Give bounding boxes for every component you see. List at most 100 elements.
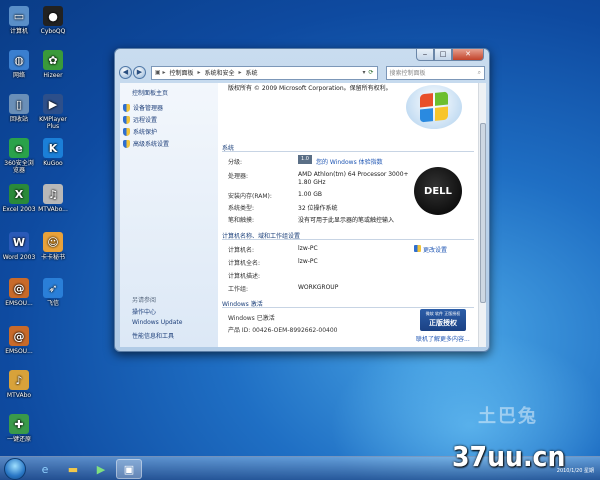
desktop-icon[interactable]: ● CyboQQ (36, 6, 70, 35)
breadcrumb-separator-icon: ▸ (238, 69, 242, 76)
desktop-icon-label: EMSOU... (5, 300, 33, 307)
desktop-icon-label: KuGoo (43, 160, 63, 167)
desktop-icon[interactable]: ✚ 一键还原 (2, 414, 36, 443)
maximize-button[interactable]: □ (434, 49, 452, 61)
shield-icon (123, 127, 130, 136)
see-also-heading: 另请参阅 (132, 297, 157, 304)
desktop-icon[interactable]: ▶ KMPlayer Plus (36, 94, 70, 130)
snail-icon: @ (9, 278, 29, 298)
rating-label: 分级: (228, 159, 243, 166)
full-name-label: 计算机全名: (228, 260, 261, 267)
360-browser-icon: e (9, 138, 29, 158)
kmplayer-icon: ▶ (43, 94, 63, 114)
breadcrumb-separator-icon: ▸ (197, 69, 201, 76)
desktop-icon-label: 飞信 (46, 300, 59, 307)
media-player-icon: ▶ (96, 462, 106, 476)
desktop-icon[interactable]: K KuGoo (36, 138, 70, 167)
processor-value: AMD Athlon(tm) 64 Processor 3000+ (298, 171, 409, 178)
search-input[interactable]: 搜索控制面板 ⌕ (385, 65, 485, 80)
ram-label: 安装内存(RAM): (228, 193, 272, 200)
desktop-icon-label: 回收站 (9, 116, 28, 123)
ram-value: 1.00 GB (298, 191, 323, 198)
desktop-icon-label: 360安全浏览器 (4, 160, 34, 174)
sidebar-item-system-protection[interactable]: 系统保护 (123, 127, 157, 136)
back-button[interactable]: ◀ (119, 66, 132, 79)
sidebar-item-label: 设备管理器 (133, 105, 164, 112)
shield-icon (123, 139, 130, 148)
dell-logo: DELL (414, 167, 462, 215)
dropdown-arrow-icon[interactable]: ▾ (363, 69, 366, 76)
breadcrumb-system[interactable]: 系统 (246, 68, 258, 77)
refresh-icon[interactable]: ⟳ (369, 69, 374, 76)
genuine-badge[interactable]: 微软 软件 正版授权 正版授权 (420, 309, 466, 331)
pen-touch-value: 没有可用于此显示器的笔或触控输入 (298, 217, 395, 224)
desktop-icon[interactable]: ♪ MTVAbo (2, 370, 36, 399)
desktop-icon[interactable]: @ EMSOU... (2, 326, 36, 355)
sidebar-item-advanced-settings[interactable]: 高级系统设置 (123, 139, 169, 148)
desktop-icon-label: 一键还原 (6, 436, 31, 443)
vertical-scrollbar[interactable] (478, 83, 486, 347)
desktop-icon[interactable]: ▯ 回收站 (2, 94, 36, 123)
scrollbar-thumb[interactable] (480, 123, 486, 303)
desktop-icon[interactable]: ✿ Hizeer (36, 50, 70, 79)
full-name-value: lzw-PC (298, 258, 318, 265)
word-icon: W (9, 232, 29, 252)
start-button[interactable] (4, 458, 26, 480)
hizeer-icon: ✿ (43, 50, 63, 70)
workgroup-value: WORKGROUP (298, 284, 339, 291)
taskbar-control-panel-button[interactable]: ▣ (116, 459, 142, 479)
desktop-icon[interactable]: @ EMSOU... (2, 278, 36, 307)
copyright-text: 版权所有 © 2009 Microsoft Corporation。保留所有权利… (228, 85, 392, 92)
change-settings-link[interactable]: 更改设置 (423, 245, 447, 254)
processor-frequency: 1.80 GHz (298, 179, 326, 186)
genuine-badge-text: 正版授权 (429, 319, 457, 327)
computer-name-label: 计算机名: (228, 247, 255, 254)
taskbar-media-button[interactable]: ▶ (88, 459, 114, 479)
desktop-icon[interactable]: W Word 2003 (2, 232, 36, 261)
sidebar-item-device-manager[interactable]: 设备管理器 (123, 103, 163, 112)
product-id: 产品 ID: 00426-OEM-8992662-00400 (228, 327, 338, 334)
section-divider (222, 151, 474, 152)
qq-penguin-icon: ● (43, 6, 63, 26)
forward-button[interactable]: ▶ (132, 66, 146, 79)
learn-more-link[interactable]: 联机了解更多内容... (416, 334, 470, 343)
desktop-icon[interactable]: ➶ 飞信 (36, 278, 70, 307)
sidebar-item-action-center[interactable]: 操作中心 (132, 307, 156, 316)
address-bar[interactable]: ▣ ▸ 控制面板 ▸ 系统和安全 ▸ 系统 ▾ ⟳ (150, 65, 378, 80)
system-window[interactable]: ‒ □ ✕ ◀ ▶ ▣ ▸ 控制面板 ▸ 系统和安全 ▸ 系统 ▾ ⟳ 搜索控制… (114, 48, 490, 352)
computer-icon: ▭ (9, 6, 29, 26)
minimize-button[interactable]: ‒ (416, 49, 434, 61)
desktop-icon-label: MTVAbo (6, 392, 32, 399)
desktop-icon[interactable]: ☺ 卡卡秘书 (36, 232, 70, 261)
section-divider (222, 239, 474, 240)
desktop-icon-label: 卡卡秘书 (40, 254, 65, 261)
desktop-icon[interactable]: ▭ 计算机 (2, 6, 36, 35)
desktop-icon[interactable]: ♫ MTVAbo... (36, 184, 70, 213)
experience-index-link[interactable]: 您的 Windows 体验指数 (316, 157, 383, 166)
folder-icon: ▬ (67, 462, 79, 476)
desktop-icon[interactable]: e 360安全浏览器 (2, 138, 36, 174)
title-bar[interactable]: ‒ □ ✕ (115, 49, 489, 63)
navigation-bar: ◀ ▶ ▣ ▸ 控制面板 ▸ 系统和安全 ▸ 系统 ▾ ⟳ 搜索控制面板 ⌕ (119, 64, 485, 81)
sidebar-item-performance-tools[interactable]: 性能信息和工具 (132, 331, 174, 340)
desktop-icon[interactable]: ◍ 网络 (2, 50, 36, 79)
sidebar-home-link[interactable]: 控制面板主页 (132, 88, 168, 97)
search-icon[interactable]: ⌕ (478, 69, 481, 77)
assistant-icon: ☺ (43, 232, 63, 252)
description-label: 计算机描述: (228, 273, 261, 280)
desktop-icon-label: 网络 (12, 72, 25, 79)
activation-status: Windows 已激活 (228, 315, 275, 322)
close-button[interactable]: ✕ (452, 49, 484, 61)
shield-icon (414, 245, 421, 252)
breadcrumb-control-panel[interactable]: 控制面板 (169, 68, 193, 77)
section-divider (222, 307, 474, 308)
sidebar-item-windows-update[interactable]: Windows Update (132, 319, 182, 326)
taskbar-explorer-button[interactable]: ▬ (60, 459, 86, 479)
sidebar-item-remote-settings[interactable]: 远程设置 (123, 115, 157, 124)
desktop-icon-label: Excel 2003 (2, 206, 36, 213)
recycle-bin-icon: ▯ (9, 94, 29, 114)
taskbar-ie-button[interactable]: e (32, 459, 58, 479)
desktop-icon[interactable]: X Excel 2003 (2, 184, 36, 213)
sidebar: 控制面板主页 设备管理器 远程设置 系统保护 高级系统设置 另请参阅 操作中心 … (120, 83, 218, 347)
breadcrumb-system-security[interactable]: 系统和安全 (205, 68, 235, 77)
